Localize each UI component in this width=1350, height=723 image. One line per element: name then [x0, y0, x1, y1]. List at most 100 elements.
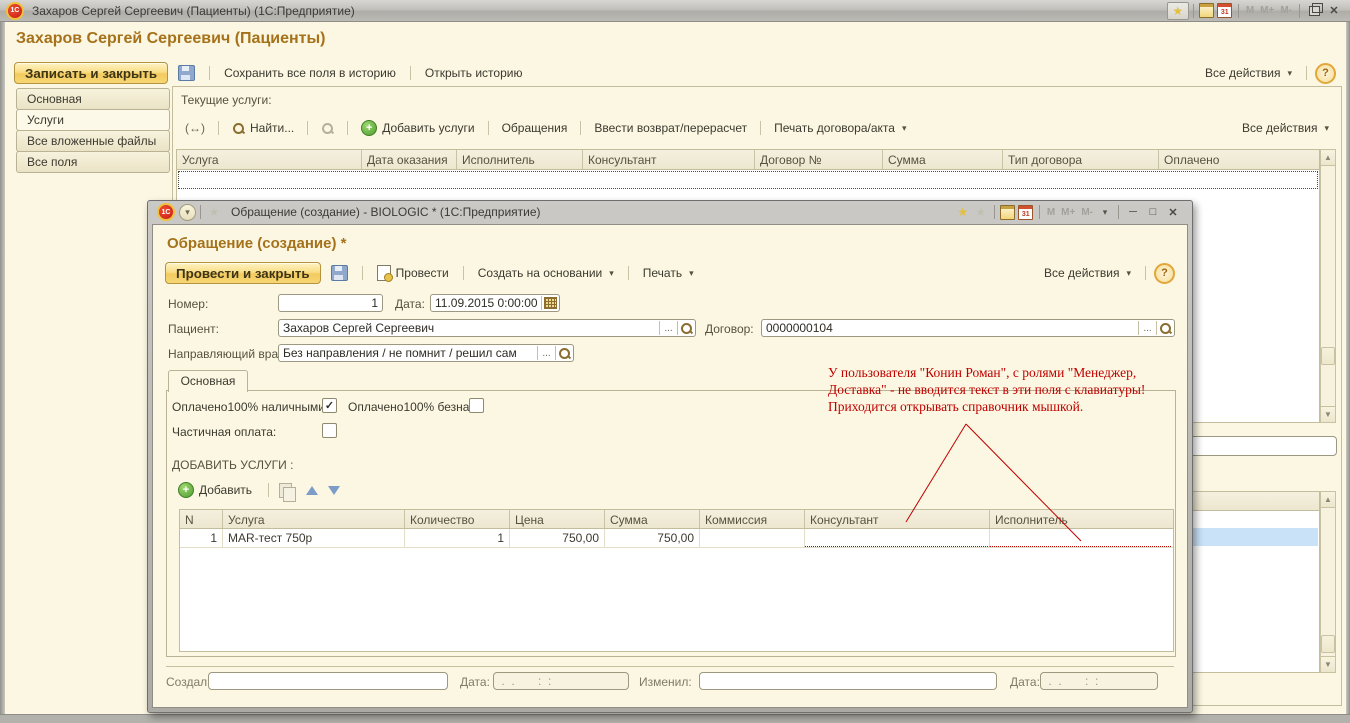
col-price[interactable]: Цена [510, 510, 605, 528]
help-button[interactable]: ? [1154, 263, 1175, 284]
contract-input[interactable] [762, 321, 1138, 335]
cell-n[interactable]: 1 [180, 529, 223, 547]
referring-doctor-input[interactable] [279, 346, 537, 360]
favorites-star-icon[interactable]: ★ [1167, 2, 1189, 20]
table-row[interactable]: 1 MAR-тест 750р 1 750,00 750,00 [180, 529, 1173, 548]
col-qty[interactable]: Количество [405, 510, 510, 528]
scroll-down-icon[interactable]: ▼ [1321, 656, 1335, 672]
calculator-icon[interactable] [1198, 3, 1216, 19]
paid-cashless-checkbox[interactable] [469, 398, 484, 413]
create-based-on-button[interactable]: Создать на основании▾ [472, 264, 620, 282]
main-all-actions-button[interactable]: Все действия▾ [1199, 64, 1298, 82]
scroll-up-icon[interactable]: ▲ [1321, 492, 1335, 508]
col-paid[interactable]: Оплачено [1159, 150, 1319, 169]
patient-input[interactable] [279, 321, 659, 335]
cell-price[interactable]: 750,00 [510, 529, 605, 547]
modified-field[interactable] [699, 672, 997, 690]
col-contract[interactable]: Договор № [755, 150, 883, 169]
ellipsis-button[interactable]: ... [1138, 321, 1156, 335]
date-input[interactable] [431, 296, 541, 310]
col-contract-type[interactable]: Тип договора [1003, 150, 1159, 169]
cell-commission[interactable] [700, 529, 805, 547]
scrollbar-thumb[interactable] [1321, 635, 1335, 653]
cell-service[interactable]: MAR-тест 750р [223, 529, 405, 547]
favorites-star-icon[interactable]: ★ [205, 204, 223, 220]
cell-qty[interactable]: 1 [405, 529, 510, 547]
open-history-button[interactable]: Открыть историю [419, 64, 529, 82]
print-button[interactable]: Печать▾ [637, 264, 700, 282]
partial-payment-checkbox[interactable] [322, 423, 337, 438]
find-button[interactable]: Найти... [226, 119, 300, 137]
number-input[interactable] [279, 296, 382, 310]
calendar-icon[interactable]: 31 [1017, 204, 1035, 220]
col-sum[interactable]: Сумма [883, 150, 1003, 169]
add-services-button[interactable]: +Добавить услуги [355, 118, 480, 138]
maximize-window-button[interactable]: □ [1143, 204, 1163, 220]
appeals-button[interactable]: Обращения [496, 119, 574, 137]
created-input[interactable] [209, 674, 447, 688]
move-down-icon[interactable] [328, 486, 340, 495]
contract-field[interactable]: ... [761, 319, 1175, 337]
calendar-icon[interactable]: 31 [1216, 3, 1234, 19]
restore-window-button[interactable] [1304, 3, 1324, 19]
scroll-up-icon[interactable]: ▲ [1321, 150, 1335, 166]
dialog-table-body[interactable]: 1 MAR-тест 750р 1 750,00 750,00 [179, 529, 1174, 652]
sidebar-tab-files[interactable]: Все вложенные файлы [16, 130, 170, 152]
save-history-button[interactable]: Сохранить все поля в историю [218, 64, 402, 82]
lookup-icon[interactable] [1156, 321, 1174, 335]
close-window-button[interactable]: ✕ [1163, 204, 1183, 220]
calculator-icon[interactable] [999, 204, 1017, 220]
col-date[interactable]: Дата оказания [362, 150, 457, 169]
cell-sum[interactable]: 750,00 [605, 529, 700, 547]
cell-executor[interactable] [990, 529, 1171, 547]
save-button[interactable] [325, 263, 354, 283]
add-favorite-icon[interactable]: ★ [954, 204, 972, 220]
move-up-icon[interactable] [306, 486, 318, 495]
dialog-all-actions-button[interactable]: Все действия▾ [1038, 264, 1137, 282]
post-and-close-button[interactable]: Провести и закрыть [165, 262, 321, 284]
created-field[interactable] [208, 672, 448, 690]
col-executor[interactable]: Исполнитель [457, 150, 583, 169]
selected-empty-row[interactable] [178, 171, 1318, 189]
modified-input[interactable] [700, 674, 996, 688]
refund-button[interactable]: Ввести возврат/перерасчет [588, 119, 753, 137]
auto-width-icon[interactable]: (↔) [179, 119, 211, 137]
col-service[interactable]: Услуга [223, 510, 405, 528]
date-field[interactable] [430, 294, 560, 312]
lookup-icon[interactable] [677, 321, 695, 335]
close-window-button[interactable]: ✕ [1324, 3, 1344, 19]
post-button[interactable]: Провести [371, 263, 455, 283]
col-consultant[interactable]: Консультант [583, 150, 755, 169]
sidebar-tab-main[interactable]: Основная [16, 88, 170, 110]
col-sum[interactable]: Сумма [605, 510, 700, 528]
chevron-down-icon[interactable]: ▾ [1096, 204, 1114, 220]
sidebar-tab-services[interactable]: Услуги [16, 109, 170, 131]
cell-consultant[interactable] [805, 529, 990, 547]
system-menu-button[interactable]: ▾ [179, 204, 196, 221]
number-field[interactable] [278, 294, 383, 312]
services-all-actions-button[interactable]: Все действия▾ [1236, 119, 1335, 137]
save-and-close-button[interactable]: Записать и закрыть [14, 62, 168, 84]
services-scrollbar[interactable]: ▲ ▼ [1320, 149, 1336, 423]
referring-doctor-field[interactable]: ... [278, 344, 574, 362]
col-service[interactable]: Услуга [177, 150, 362, 169]
col-executor[interactable]: Исполнитель [990, 510, 1173, 528]
save-button[interactable] [172, 63, 201, 83]
lookup-icon[interactable] [555, 346, 573, 360]
paid-cash-checkbox[interactable]: ✓ [322, 398, 337, 413]
scrollbar-thumb[interactable] [1321, 347, 1335, 365]
help-button[interactable]: ? [1315, 63, 1336, 84]
print-contract-button[interactable]: Печать договора/акта▾ [768, 119, 912, 137]
col-commission[interactable]: Коммиссия [700, 510, 805, 528]
lower-scrollbar[interactable]: ▲ ▼ [1320, 491, 1336, 673]
ellipsis-button[interactable]: ... [537, 346, 555, 360]
dialog-tab-main[interactable]: Основная [168, 370, 248, 392]
minimize-window-button[interactable]: ─ [1123, 204, 1143, 220]
add-row-button[interactable]: +Добавить [172, 480, 258, 500]
scroll-down-icon[interactable]: ▼ [1321, 406, 1335, 422]
col-consultant[interactable]: Консультант [805, 510, 990, 528]
date-picker-icon[interactable] [541, 296, 559, 310]
sidebar-tab-allfields[interactable]: Все поля [16, 151, 170, 173]
col-n[interactable]: N [180, 510, 223, 528]
ellipsis-button[interactable]: ... [659, 321, 677, 335]
